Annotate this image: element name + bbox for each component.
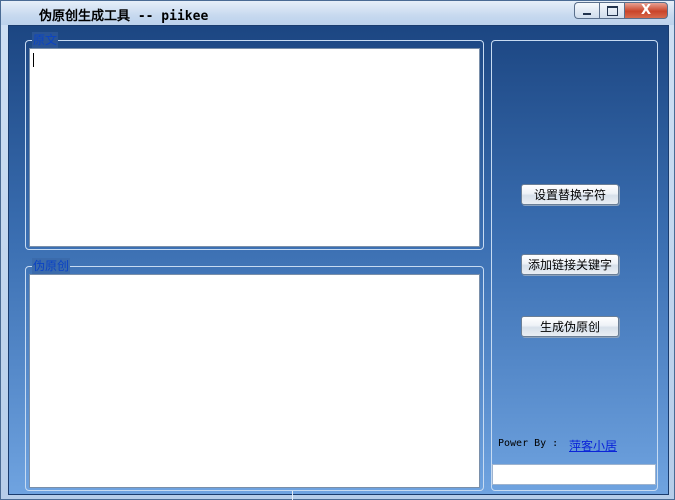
title-bar[interactable]: 伪原创生成工具 -- piikee X: [1, 1, 674, 25]
output-group-label: 伪原创: [32, 258, 71, 274]
set-replace-chars-button[interactable]: 设置替换字符: [521, 184, 619, 205]
window-controls: X: [574, 2, 668, 19]
generate-button[interactable]: 生成伪原创: [521, 316, 619, 337]
resize-grip: [292, 491, 293, 500]
window-title: 伪原创生成工具 -- piikee: [39, 9, 209, 24]
minimize-button[interactable]: [574, 2, 599, 19]
source-group-label: 原文: [32, 32, 59, 48]
close-button[interactable]: X: [624, 2, 668, 19]
output-group: 伪原创: [25, 258, 484, 491]
minimize-icon: [583, 12, 591, 15]
output-textarea[interactable]: [29, 274, 480, 488]
source-group: 原文: [25, 32, 484, 250]
add-link-keyword-button[interactable]: 添加链接关键字: [521, 254, 619, 275]
maximize-button[interactable]: [599, 2, 624, 19]
text-caret: [33, 53, 34, 67]
power-by-label: Power By :: [498, 438, 559, 449]
app-window: 伪原创生成工具 -- piikee X 原文 伪原创 设置替换字符 添加链接关键…: [0, 0, 675, 500]
maximize-icon: [606, 5, 618, 16]
main-panel: 原文 伪原创 设置替换字符 添加链接关键字 生成伪原创 Power By : 萍…: [8, 25, 669, 495]
source-textarea[interactable]: [29, 48, 480, 247]
author-link[interactable]: 萍客小居: [569, 437, 617, 454]
status-field[interactable]: [492, 464, 656, 485]
close-icon: X: [640, 3, 652, 18]
